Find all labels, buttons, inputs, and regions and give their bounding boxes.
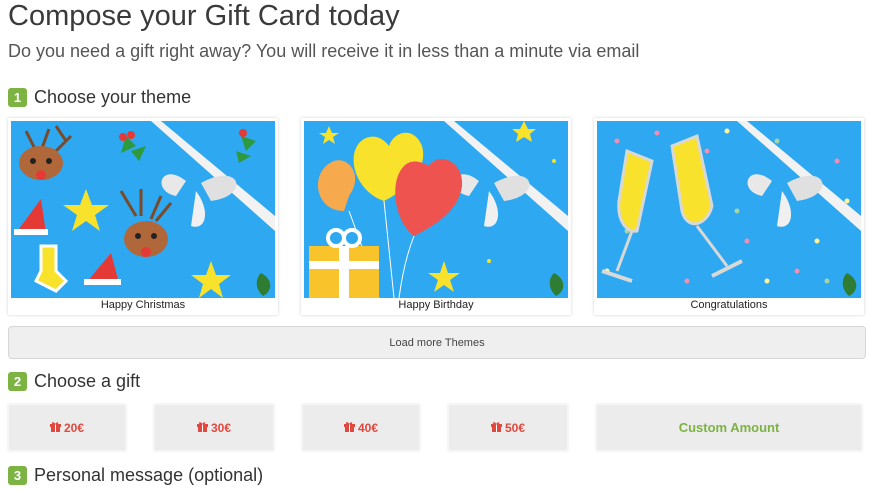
theme-image-christmas	[11, 121, 275, 298]
gift-icon	[49, 421, 61, 435]
theme-gallery: Happy Christmas Happy Birthday Congratul…	[8, 118, 866, 318]
step-2-heading: 2 Choose a gift	[8, 371, 140, 392]
gift-amount-label: 50€	[504, 420, 526, 435]
gift-amount-label: 40€	[357, 420, 379, 435]
step-number-badge: 3	[8, 466, 27, 485]
gift-option-50[interactable]: 50€	[448, 404, 568, 451]
step-label: Choose your theme	[34, 87, 192, 107]
step-3-heading: 3 Personal message (optional)	[8, 465, 263, 486]
gift-card-page: Compose your Gift Card today Do you need…	[0, 0, 870, 490]
theme-caption: Happy Christmas	[100, 299, 186, 311]
theme-caption: Congratulations	[690, 299, 768, 311]
step-1-heading: 1 Choose your theme	[8, 87, 191, 108]
theme-caption: Happy Birthday	[398, 299, 474, 311]
page-subtitle: Do you need a gift right away? You will …	[8, 41, 640, 61]
gift-icon	[343, 421, 355, 435]
gift-option-20[interactable]: 20€	[8, 404, 126, 451]
step-number-badge: 1	[8, 88, 27, 107]
load-more-themes-button[interactable]: Load more Themes	[8, 326, 866, 359]
gift-option-30[interactable]: 30€	[154, 404, 274, 451]
page-title: Compose your Gift Card today	[8, 0, 400, 32]
gift-amount-label: 20€	[63, 420, 85, 435]
gift-icon	[196, 421, 208, 435]
theme-image-congratulations	[597, 121, 861, 298]
gift-option-40[interactable]: 40€	[302, 404, 420, 451]
step-label: Choose a gift	[34, 371, 141, 391]
theme-card-christmas[interactable]: Happy Christmas	[8, 118, 278, 315]
theme-card-congratulations[interactable]: Congratulations	[594, 118, 864, 315]
theme-image-birthday	[304, 121, 568, 298]
gift-amount-label: 30€	[210, 420, 232, 435]
gift-icon	[490, 421, 502, 435]
step-number-badge: 2	[8, 372, 27, 391]
step-label: Personal message (optional)	[34, 465, 264, 485]
custom-amount-button[interactable]: Custom Amount	[596, 404, 862, 451]
theme-card-birthday[interactable]: Happy Birthday	[301, 118, 571, 315]
